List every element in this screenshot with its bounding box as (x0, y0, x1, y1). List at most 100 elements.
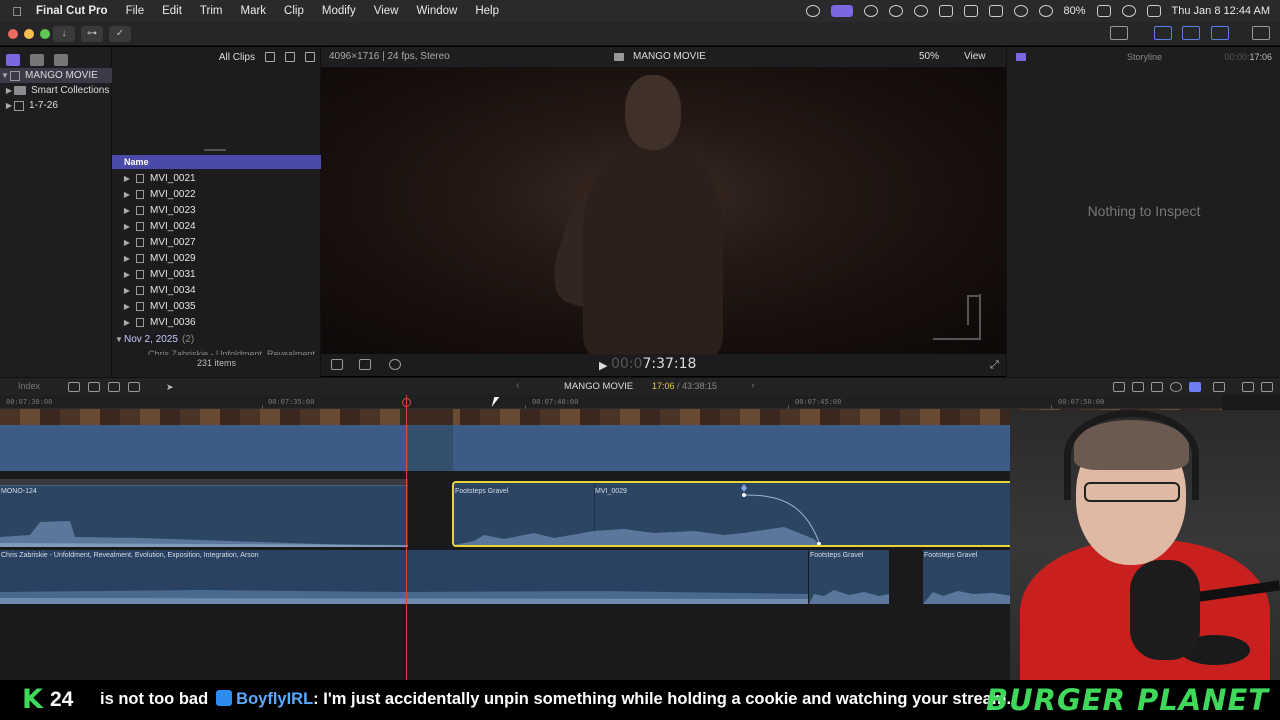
history-forward-icon[interactable]: › (751, 380, 754, 391)
list-item[interactable]: ▶ MVI_0036 (112, 314, 321, 330)
disclosure-closed-icon[interactable]: ▶ (122, 206, 132, 215)
search-icon[interactable] (305, 52, 315, 62)
disclosure-closed-icon[interactable]: ▶ (122, 190, 132, 199)
disclosure-closed-icon[interactable]: ▶ (122, 174, 132, 183)
audio-skimming-icon[interactable] (1170, 382, 1182, 392)
menu-window[interactable]: Window (416, 5, 457, 17)
sidebar-item-library[interactable]: ▼ MANGO MOVIE (0, 68, 112, 83)
photos-audio-tab-icon[interactable] (30, 54, 44, 66)
insert-edit-icon[interactable] (88, 382, 100, 392)
menu-help[interactable]: Help (475, 5, 499, 17)
list-item-partial[interactable]: Chris Zabriskie - Unfoldment, Revealment (148, 349, 318, 355)
sidebar-item-smart-collections[interactable]: ▶ Smart Collections (4, 83, 109, 98)
video-viewer[interactable] (321, 67, 1006, 354)
disclosure-closed-icon[interactable]: ▶ (4, 86, 14, 95)
disclosure-closed-icon[interactable]: ▶ (122, 318, 132, 327)
screen-record-icon[interactable] (830, 5, 853, 17)
menu-app-name[interactable]: Final Cut Pro (36, 5, 108, 17)
apple-menu-icon[interactable]:  (10, 4, 24, 19)
index-button[interactable]: Index (18, 381, 40, 391)
project-dropdown[interactable]: MANGO MOVIE (564, 381, 633, 392)
screen-mirror-icon[interactable] (988, 5, 1003, 17)
zoom-dropdown[interactable]: 50% (919, 51, 939, 62)
solo-icon[interactable] (1189, 382, 1201, 392)
play-status-icon[interactable] (913, 5, 928, 17)
camera-icon[interactable] (863, 5, 878, 17)
list-item[interactable]: ▶ MVI_0035 (112, 298, 321, 314)
zoom-out-icon[interactable] (1113, 382, 1125, 392)
disclosure-closed-icon[interactable]: ▶ (122, 222, 132, 231)
fullscreen-icon[interactable]: ⤢ (990, 359, 999, 372)
background-tasks-icon[interactable]: ✓ (109, 26, 131, 42)
connect-edit-icon[interactable] (68, 382, 80, 392)
list-item[interactable]: ▶ MVI_0021 (112, 170, 321, 186)
menu-edit[interactable]: Edit (162, 5, 182, 17)
list-item[interactable]: ▶ MVI_0034 (112, 282, 321, 298)
disclosure-closed-icon[interactable]: ▶ (122, 254, 132, 263)
menu-modify[interactable]: Modify (322, 5, 356, 17)
minimize-window-icon[interactable] (24, 29, 34, 39)
show-timeline-icon[interactable] (1182, 26, 1200, 40)
disclosure-closed-icon[interactable]: ▶ (122, 238, 132, 247)
music-clip[interactable]: Chris Zabriskie - Unfoldment, Revealment… (0, 550, 808, 604)
wifi-icon[interactable] (1038, 5, 1053, 17)
transform-tool-icon[interactable] (331, 359, 343, 370)
zoom-window-icon[interactable] (40, 29, 50, 39)
list-item[interactable]: ▶ MVI_0022 (112, 186, 321, 202)
list-view-icon[interactable] (285, 52, 295, 62)
speed-tool-icon[interactable] (389, 359, 401, 370)
control-center-icon[interactable] (1146, 5, 1161, 17)
date-group[interactable]: ▼ Nov 2, 2025 (2) (112, 332, 321, 346)
menu-file[interactable]: File (126, 5, 145, 17)
playhead[interactable] (406, 395, 407, 680)
disclosure-closed-icon[interactable]: ▶ (122, 302, 132, 311)
disclosure-closed-icon[interactable]: ▶ (122, 286, 132, 295)
clock[interactable]: Thu Jan 8 12:44 AM (1172, 5, 1270, 17)
disclosure-open-icon[interactable]: ▼ (114, 335, 124, 344)
play-button[interactable]: ▶ (599, 359, 607, 372)
timeline-ruler[interactable]: 00:07:30:00 00:07:35:00 00:07:40:00 00:0… (0, 395, 1222, 409)
menu-trim[interactable]: Trim (200, 5, 223, 17)
divider-handle[interactable] (204, 149, 226, 151)
close-window-icon[interactable] (8, 29, 18, 39)
display-icon[interactable] (963, 5, 978, 17)
clip-filter-dropdown[interactable]: All Clips (219, 52, 255, 63)
creative-cloud-icon[interactable] (805, 5, 820, 17)
menu-extra-icon[interactable] (888, 5, 903, 17)
show-inspector-icon[interactable] (1211, 26, 1229, 40)
clip-appearance-icon[interactable] (1213, 382, 1225, 392)
list-item[interactable]: ▶ MVI_0024 (112, 218, 321, 234)
disclosure-open-icon[interactable]: ▼ (0, 71, 10, 80)
volume-icon[interactable] (938, 5, 953, 17)
zoom-in-icon[interactable] (1132, 382, 1144, 392)
disclosure-closed-icon[interactable]: ▶ (4, 101, 14, 110)
sidebar-item-event[interactable]: ▶ 1-7-26 (4, 98, 58, 113)
list-item[interactable]: ▶ MVI_0029 (112, 250, 321, 266)
history-back-icon[interactable]: ‹ (516, 380, 519, 391)
view-dropdown[interactable]: View (964, 51, 986, 62)
menu-clip[interactable]: Clip (284, 5, 304, 17)
effects-browser-icon[interactable] (1242, 382, 1254, 392)
overwrite-edit-icon[interactable] (128, 382, 140, 392)
append-edit-icon[interactable] (108, 382, 120, 392)
disclosure-closed-icon[interactable]: ▶ (122, 270, 132, 279)
search-icon[interactable] (1121, 5, 1136, 17)
list-item[interactable]: ▶ MVI_0023 (112, 202, 321, 218)
sfx-clip[interactable]: Footsteps Gravel (809, 550, 889, 604)
enhance-tool-icon[interactable] (359, 359, 371, 370)
column-header-name[interactable]: Name (112, 155, 321, 169)
keywords-icon[interactable]: ⊶ (81, 26, 103, 42)
select-tool-icon[interactable]: ➤ (166, 382, 178, 392)
transitions-browser-icon[interactable] (1261, 382, 1273, 392)
titles-generators-tab-icon[interactable] (54, 54, 68, 66)
audio-clip-mono[interactable]: MONO-124 (0, 485, 408, 547)
list-item[interactable]: ▶ MVI_0031 (112, 266, 321, 282)
show-browser-icon[interactable] (1154, 26, 1172, 40)
layout-icon[interactable] (1110, 26, 1128, 40)
list-item[interactable]: ▶ MVI_0027 (112, 234, 321, 250)
menu-mark[interactable]: Mark (240, 5, 266, 17)
battery-icon[interactable] (1096, 5, 1111, 17)
bluetooth-icon[interactable] (1013, 5, 1028, 17)
share-icon[interactable] (1252, 26, 1270, 40)
menu-view[interactable]: View (374, 5, 399, 17)
